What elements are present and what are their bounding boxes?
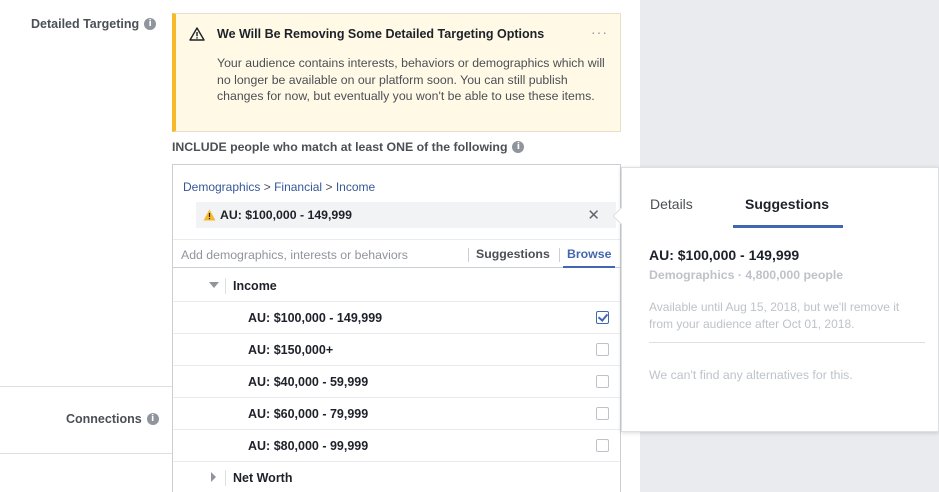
list-item[interactable]: AU: $40,000 - 59,999 [173, 366, 620, 398]
breadcrumb-income[interactable]: Income [336, 180, 375, 194]
panel-availability-note: Available until Aug 15, 2018, but we'll … [649, 300, 900, 331]
caret-right-icon[interactable] [211, 472, 216, 482]
category-label: Income [233, 278, 277, 293]
warning-icon [189, 27, 205, 41]
removal-warning-banner: We Will Be Removing Some Detailed Target… [172, 13, 621, 132]
category-row-income[interactable]: Income [173, 270, 620, 302]
info-icon[interactable]: i [146, 413, 159, 425]
category-label: Net Worth [233, 471, 293, 485]
warning-body: Your audience contains interests, behavi… [217, 56, 605, 103]
list-item[interactable]: AU: $80,000 - 99,999 [173, 430, 620, 462]
selected-targeting-item[interactable]: AU: $100,000 - 149,999 ✕ [196, 202, 616, 228]
include-heading: INCLUDE people who match at least ONE of… [172, 140, 525, 154]
section-divider [0, 453, 172, 454]
connections-label: Connections i [66, 412, 159, 426]
checkbox[interactable] [596, 311, 609, 324]
list-item[interactable]: AU: $150,000+ [173, 334, 620, 366]
divider [468, 248, 469, 262]
suggestions-link[interactable]: Suggestions [476, 247, 550, 261]
more-options-icon[interactable]: ··· [591, 24, 608, 40]
option-label: AU: $150,000+ [248, 342, 334, 357]
info-icon[interactable]: i [144, 18, 157, 30]
browse-link[interactable]: Browse [567, 247, 611, 261]
close-icon[interactable]: ✕ [587, 206, 600, 224]
checkbox[interactable] [596, 343, 609, 356]
option-label: AU: $80,000 - 99,999 [248, 438, 369, 453]
checkbox[interactable] [596, 375, 609, 388]
checkbox[interactable] [596, 407, 609, 420]
breadcrumb-demographics[interactable]: Demographics [183, 180, 260, 194]
option-label: AU: $60,000 - 79,999 [248, 406, 369, 421]
no-alternatives-text: We can't find any alternatives for this. [649, 368, 853, 382]
divider [649, 342, 925, 343]
search-row: Add demographics, interests or behaviors… [173, 239, 620, 268]
option-label: AU: $100,000 - 149,999 [248, 310, 383, 325]
breadcrumb-separator: > [263, 180, 271, 194]
panel-subtitle: Demographics · 4,800,000 people [649, 268, 844, 282]
warning-triangle-icon [203, 209, 216, 221]
details-panel: Details Suggestions AU: $100,000 - 149,9… [612, 167, 939, 432]
tab-suggestions[interactable]: Suggestions [745, 196, 829, 212]
checkbox[interactable] [596, 439, 609, 452]
tree-line [225, 470, 226, 486]
warning-title: We Will Be Removing Some Detailed Target… [217, 27, 545, 41]
section-divider [0, 386, 172, 387]
targeting-box: Demographics > Financial > Income AU: $1… [172, 164, 621, 268]
list-item[interactable]: AU: $100,000 - 149,999 [173, 302, 620, 334]
detailed-targeting-text: Detailed Targeting [31, 17, 140, 31]
selected-item-label: AU: $100,000 - 149,999 [220, 208, 352, 222]
option-label: AU: $40,000 - 59,999 [248, 374, 369, 389]
active-tab-indicator [733, 225, 843, 228]
divider [559, 248, 560, 262]
breadcrumb: Demographics > Financial > Income [183, 180, 375, 194]
breadcrumb-separator: > [325, 180, 333, 194]
detailed-targeting-label: Detailed Targeting i [31, 17, 157, 31]
tree-line [225, 278, 226, 294]
tab-details[interactable]: Details [650, 196, 693, 212]
caret-down-icon[interactable] [209, 282, 219, 288]
list-item[interactable]: AU: $60,000 - 79,999 [173, 398, 620, 430]
breadcrumb-financial[interactable]: Financial [274, 180, 322, 194]
browse-dropdown: Income AU: $100,000 - 149,999 AU: $150,0… [172, 268, 621, 492]
include-text: INCLUDE people who match at least ONE of… [172, 140, 508, 154]
search-input[interactable]: Add demographics, interests or behaviors [181, 248, 408, 262]
connections-text: Connections [66, 412, 142, 426]
category-row-net-worth[interactable]: Net Worth [173, 462, 620, 492]
panel-title: AU: $100,000 - 149,999 [649, 247, 800, 263]
info-icon[interactable]: i [512, 141, 525, 153]
